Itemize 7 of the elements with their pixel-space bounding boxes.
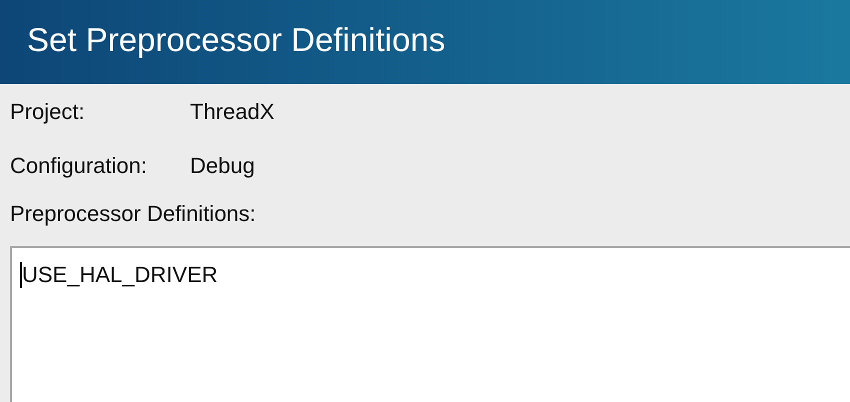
definitions-label: Preprocessor Definitions:	[10, 201, 256, 227]
field-label: Configuration:	[10, 153, 148, 179]
definitions-text-area[interactable]: USE_HAL_DRIVER	[10, 246, 850, 402]
field-label: Project:	[10, 99, 86, 125]
window-title: Set Preprocessor Definitions	[27, 21, 446, 60]
field-value: Debug	[190, 153, 255, 179]
field-value: ThreadX	[190, 99, 274, 125]
